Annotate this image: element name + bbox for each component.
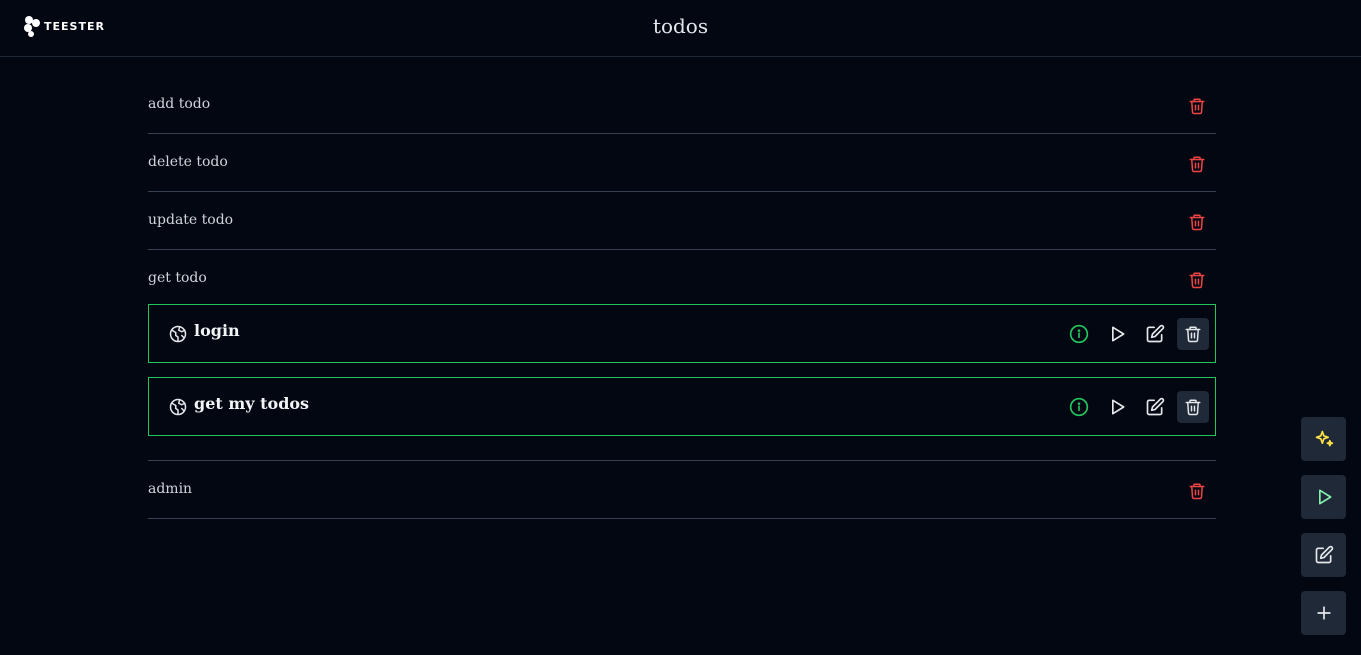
trash-icon [1189, 156, 1205, 173]
plus-icon [1316, 606, 1331, 620]
test-card-get-my-todos[interactable]: get my todos [148, 377, 1216, 436]
group-label: update todo [148, 212, 234, 228]
trash-icon [1189, 98, 1205, 115]
group-row-delete-todo[interactable]: delete todo [148, 134, 1216, 192]
play-icon [1318, 489, 1331, 505]
globe-icon [169, 325, 187, 343]
group-label: add todo [148, 96, 211, 112]
delete-group-button[interactable] [1186, 211, 1208, 233]
page-title: todos [652, 14, 709, 38]
add-button[interactable] [1301, 591, 1346, 635]
trash-icon [1189, 483, 1205, 500]
run-all-button[interactable] [1301, 475, 1346, 519]
edit-icon [1146, 397, 1165, 416]
delete-group-button[interactable] [1186, 480, 1208, 502]
edit-icon [1146, 324, 1165, 343]
delete-test-button[interactable] [1177, 391, 1209, 423]
divider [148, 436, 1216, 461]
play-icon [1112, 326, 1125, 342]
group-row-admin[interactable]: admin [148, 461, 1216, 519]
group-row-get-todo[interactable]: get todo [148, 250, 1216, 308]
run-button[interactable] [1101, 391, 1133, 423]
group-label: admin [148, 481, 193, 497]
delete-group-button[interactable] [1186, 153, 1208, 175]
info-icon [1069, 397, 1089, 417]
delete-group-button[interactable] [1186, 95, 1208, 117]
edit-button[interactable] [1139, 318, 1171, 350]
trash-icon [1185, 326, 1201, 343]
info-icon [1069, 324, 1089, 344]
test-group-list: add todo delete todo update todo get tod… [148, 76, 1216, 519]
info-button[interactable] [1063, 391, 1095, 423]
header: TEESTER todos [0, 0, 1361, 57]
edit-suite-button[interactable] [1301, 533, 1346, 577]
test-actions [1063, 391, 1209, 423]
trash-icon [1189, 272, 1205, 289]
test-label: get my todos [194, 394, 310, 413]
group-label: get todo [148, 270, 207, 286]
sparkles-icon [1315, 430, 1333, 447]
delete-group-button[interactable] [1186, 269, 1208, 291]
delete-test-button[interactable] [1177, 318, 1209, 350]
edit-icon [1315, 545, 1333, 564]
group-row-update-todo[interactable]: update todo [148, 192, 1216, 250]
test-label: login [194, 321, 240, 340]
trash-icon [1185, 399, 1201, 416]
test-actions [1063, 318, 1209, 350]
test-card-login[interactable]: login [148, 304, 1216, 363]
group-label: delete todo [148, 154, 228, 170]
floating-actions [1301, 417, 1346, 635]
edit-button[interactable] [1139, 391, 1171, 423]
play-icon [1112, 399, 1125, 415]
ai-generate-button[interactable] [1301, 417, 1346, 461]
globe-icon [169, 398, 187, 416]
group-row-add-todo[interactable]: add todo [148, 76, 1216, 134]
info-button[interactable] [1063, 318, 1095, 350]
trash-icon [1189, 214, 1205, 231]
run-button[interactable] [1101, 318, 1133, 350]
